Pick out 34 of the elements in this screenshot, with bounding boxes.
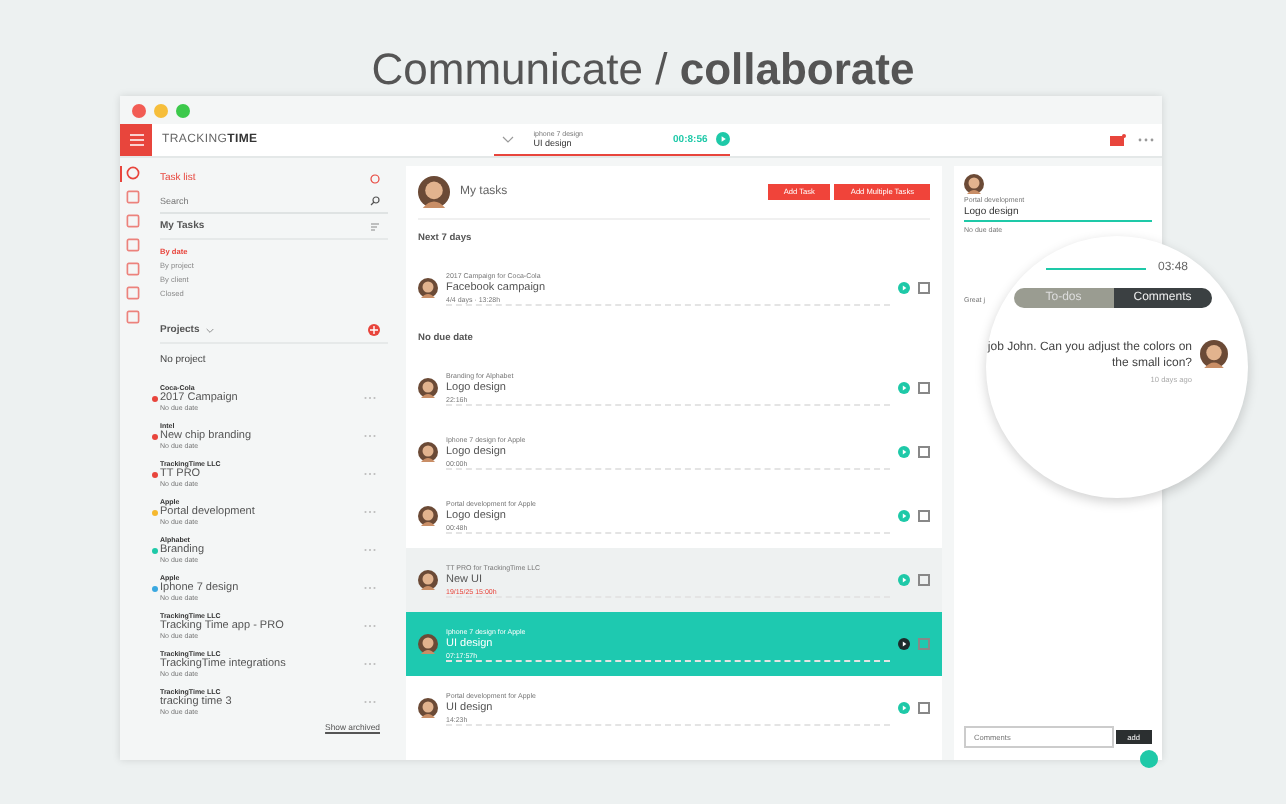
avatar-icon	[418, 570, 438, 590]
send-button[interactable]	[1140, 750, 1158, 768]
nav-item[interactable]	[120, 166, 144, 182]
checkbox[interactable]	[918, 702, 930, 714]
avatar-icon	[418, 278, 438, 298]
checkbox[interactable]	[918, 510, 930, 522]
add-project-button[interactable]	[368, 324, 380, 336]
notification-icon[interactable]	[1110, 133, 1126, 147]
avatar-icon	[964, 174, 984, 194]
avatar-icon	[418, 506, 438, 526]
menu-icon	[129, 134, 143, 146]
headline: Communicate / collaborate	[371, 42, 915, 96]
minimize-button[interactable]	[154, 103, 168, 117]
filter-icon[interactable]	[370, 221, 380, 231]
close-button[interactable]	[132, 103, 146, 117]
chevron-icon[interactable]	[501, 135, 514, 143]
menu-button[interactable]	[120, 124, 152, 156]
play-icon[interactable]	[898, 638, 910, 650]
checkbox[interactable]	[918, 446, 930, 458]
avatar-icon	[418, 634, 438, 654]
avatar-icon	[418, 698, 438, 718]
checkbox[interactable]	[918, 282, 930, 294]
chevron-icon[interactable]	[205, 327, 214, 333]
search-icon	[370, 196, 380, 206]
refresh-icon[interactable]	[370, 173, 380, 183]
zoom-button[interactable]	[176, 103, 190, 117]
avatar-icon	[418, 378, 438, 398]
plus-icon	[370, 326, 378, 334]
avatar-icon	[1200, 340, 1228, 368]
avatar-icon	[418, 176, 450, 208]
checkbox[interactable]	[918, 382, 930, 394]
checkbox[interactable]	[918, 574, 930, 586]
checkbox[interactable]	[918, 638, 930, 650]
avatar-icon	[418, 442, 438, 462]
